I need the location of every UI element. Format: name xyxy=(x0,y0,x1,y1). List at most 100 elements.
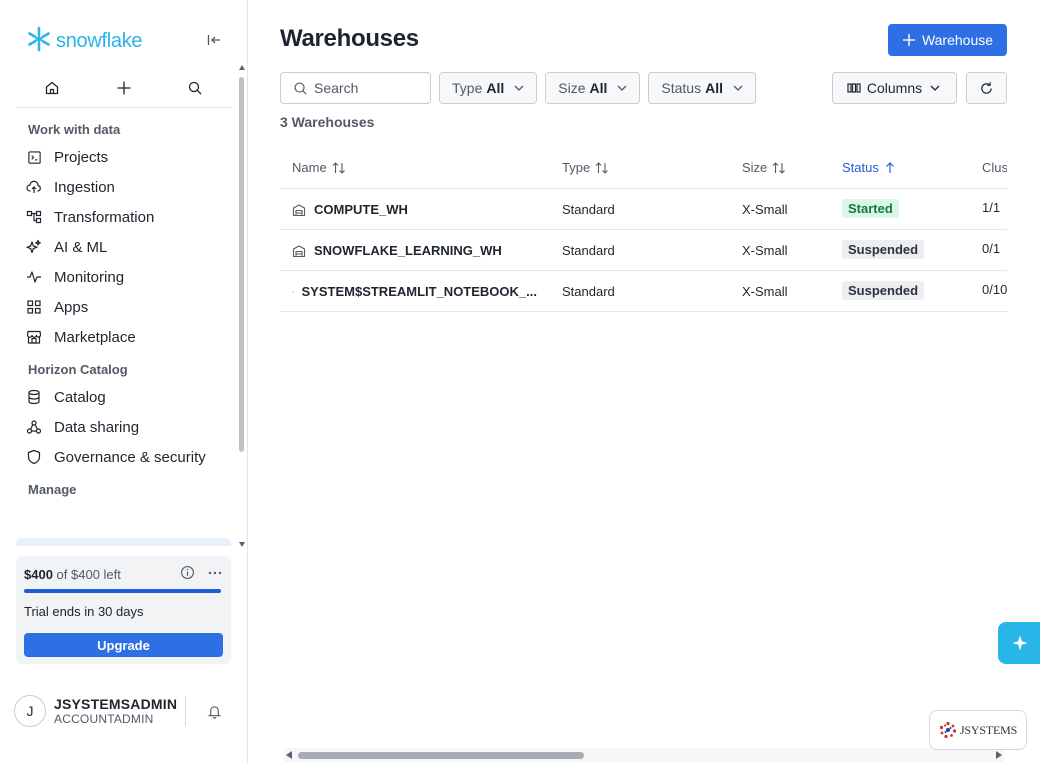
sidebar-item-ingestion[interactable]: Ingestion xyxy=(16,172,236,202)
user-menu[interactable]: J JSYSTEMSADMIN ACCOUNTADMIN xyxy=(14,695,234,727)
add-warehouse-button[interactable]: Warehouse xyxy=(888,24,1007,56)
sort-icon xyxy=(772,161,786,174)
chevron-down-icon xyxy=(617,85,627,91)
sidebar-item-data-sharing[interactable]: Data sharing xyxy=(16,412,236,442)
scroll-right-arrow-icon[interactable] xyxy=(996,751,1002,759)
sidebar-item-monitoring[interactable]: Monitoring xyxy=(16,262,236,292)
sidebar-item-selected-peek[interactable] xyxy=(16,538,231,546)
status-badge: Suspended xyxy=(842,281,925,300)
table-row[interactable]: COMPUTE_WH Standard X-Small Started 1/1 xyxy=(280,189,1007,230)
collapse-icon xyxy=(207,35,220,45)
sidebar-item-apps[interactable]: Apps xyxy=(16,292,236,322)
search-box[interactable] xyxy=(280,72,431,104)
shield-icon xyxy=(26,449,42,465)
sidebar-scrollbar[interactable] xyxy=(238,65,246,547)
more-options-icon[interactable] xyxy=(207,565,223,584)
column-header-size[interactable]: Size xyxy=(742,160,787,175)
warehouses-table: Name Type Size Status Clus COMPUTE_WH St… xyxy=(280,148,1007,748)
sidebar-item-ai-ml[interactable]: AI & ML xyxy=(16,232,236,262)
warehouse-size: X-Small xyxy=(742,202,788,217)
column-header-clusters[interactable]: Clus xyxy=(982,160,1007,175)
table-header: Name Type Size Status Clus xyxy=(280,148,1007,189)
trial-progress-bar xyxy=(24,589,221,593)
scroll-left-arrow-icon[interactable] xyxy=(286,751,292,759)
refresh-button[interactable] xyxy=(966,72,1007,104)
filter-toolbar: Type All Size All Status All xyxy=(280,72,756,104)
warehouse-size: X-Small xyxy=(742,284,788,299)
columns-button[interactable]: Columns xyxy=(832,72,957,104)
plus-icon xyxy=(117,81,130,94)
filter-value: All xyxy=(705,80,723,96)
avatar[interactable]: J xyxy=(14,695,46,727)
refresh-icon xyxy=(981,81,992,94)
type-filter[interactable]: Type All xyxy=(439,72,538,104)
size-filter[interactable]: Size All xyxy=(545,72,641,104)
warehouse-name[interactable]: SNOWFLAKE_LEARNING_WH xyxy=(314,243,502,258)
section-title-work-with-data: Work with data xyxy=(28,122,121,137)
sparkle-icon xyxy=(26,239,42,255)
user-name: JSYSTEMSADMIN xyxy=(54,696,178,712)
chevron-down-icon xyxy=(930,85,940,91)
terminal-icon xyxy=(26,149,42,165)
sidebar-item-label: Marketplace xyxy=(54,328,136,346)
jsystems-logo: JSYSTEMS xyxy=(929,710,1027,750)
warehouse-icon xyxy=(292,290,294,293)
sidebar-item-projects[interactable]: Projects xyxy=(16,142,236,172)
column-header-type[interactable]: Type xyxy=(562,160,610,175)
sidebar-item-label: Transformation xyxy=(54,208,155,226)
table-row[interactable]: SYSTEM$STREAMLIT_NOTEBOOK_... Standard X… xyxy=(280,271,1007,312)
create-button[interactable] xyxy=(110,74,138,102)
ai-assistant-button[interactable] xyxy=(998,622,1040,664)
section-title-horizon-catalog: Horizon Catalog xyxy=(28,362,128,377)
warehouse-size: X-Small xyxy=(742,243,788,258)
sidebar-item-marketplace[interactable]: Marketplace xyxy=(16,322,236,352)
sort-icon xyxy=(595,161,609,174)
jsystems-logo-icon xyxy=(939,721,957,739)
warehouse-name[interactable]: SYSTEM$STREAMLIT_NOTEBOOK_... xyxy=(302,284,537,299)
trial-amount: $400 xyxy=(24,566,53,582)
share-icon xyxy=(26,419,42,435)
search-input[interactable] xyxy=(314,80,424,96)
sidebar-item-governance-security[interactable]: Governance & security xyxy=(16,442,236,472)
trial-ends-text: Trial ends in 30 days xyxy=(24,604,144,619)
warehouse-clusters: 1/1 xyxy=(982,200,1001,215)
sidebar-item-transformation[interactable]: Transformation xyxy=(16,202,236,232)
upgrade-button[interactable]: Upgrade xyxy=(24,633,223,657)
user-role: ACCOUNTADMIN xyxy=(54,712,154,726)
database-icon xyxy=(26,389,42,405)
search-button[interactable] xyxy=(181,74,209,102)
header-label: Size xyxy=(742,160,768,175)
snowflake-logo[interactable]: snowflake xyxy=(26,26,143,57)
page-title: Warehouses xyxy=(280,25,419,52)
sort-ascending-icon xyxy=(885,161,894,173)
status-filter[interactable]: Status All xyxy=(648,72,756,104)
header-label: Type xyxy=(562,160,591,175)
info-icon[interactable] xyxy=(180,565,195,583)
table-horizontal-scrollbar[interactable] xyxy=(284,748,1004,762)
warehouse-clusters: 0/10 xyxy=(982,282,1007,297)
scroll-down-arrow-icon[interactable] xyxy=(239,542,245,547)
column-header-status[interactable]: Status xyxy=(842,160,897,175)
warehouse-type: Standard xyxy=(562,243,615,258)
app: snowflake Work with data Projects Ingest… xyxy=(0,0,1040,763)
add-warehouse-label: Warehouse xyxy=(921,32,994,48)
warehouse-icon xyxy=(292,244,306,257)
grid-icon xyxy=(26,299,42,315)
status-badge: Suspended xyxy=(842,240,925,259)
header-label: Clus xyxy=(982,160,1007,175)
header-label: Status xyxy=(842,160,879,175)
sidebar-item-label: AI & ML xyxy=(54,238,108,256)
column-header-name[interactable]: Name xyxy=(292,160,347,175)
scroll-up-arrow-icon[interactable] xyxy=(239,65,245,70)
home-button[interactable] xyxy=(38,74,66,102)
table-row[interactable]: SNOWFLAKE_LEARNING_WH Standard X-Small S… xyxy=(280,230,1007,271)
filter-label: Type xyxy=(452,80,483,96)
main-content: Warehouses Warehouse Type All Size All S… xyxy=(248,0,1040,763)
warehouse-name[interactable]: COMPUTE_WH xyxy=(314,202,408,217)
sidebar-item-catalog[interactable]: Catalog xyxy=(16,382,236,412)
notifications-button[interactable] xyxy=(204,701,224,721)
sidebar-scroll-thumb[interactable] xyxy=(239,77,244,452)
horizontal-scroll-thumb[interactable] xyxy=(298,752,584,759)
jsystems-logo-text: JSYSTEMS xyxy=(959,722,1018,737)
collapse-sidebar-button[interactable] xyxy=(204,30,224,50)
